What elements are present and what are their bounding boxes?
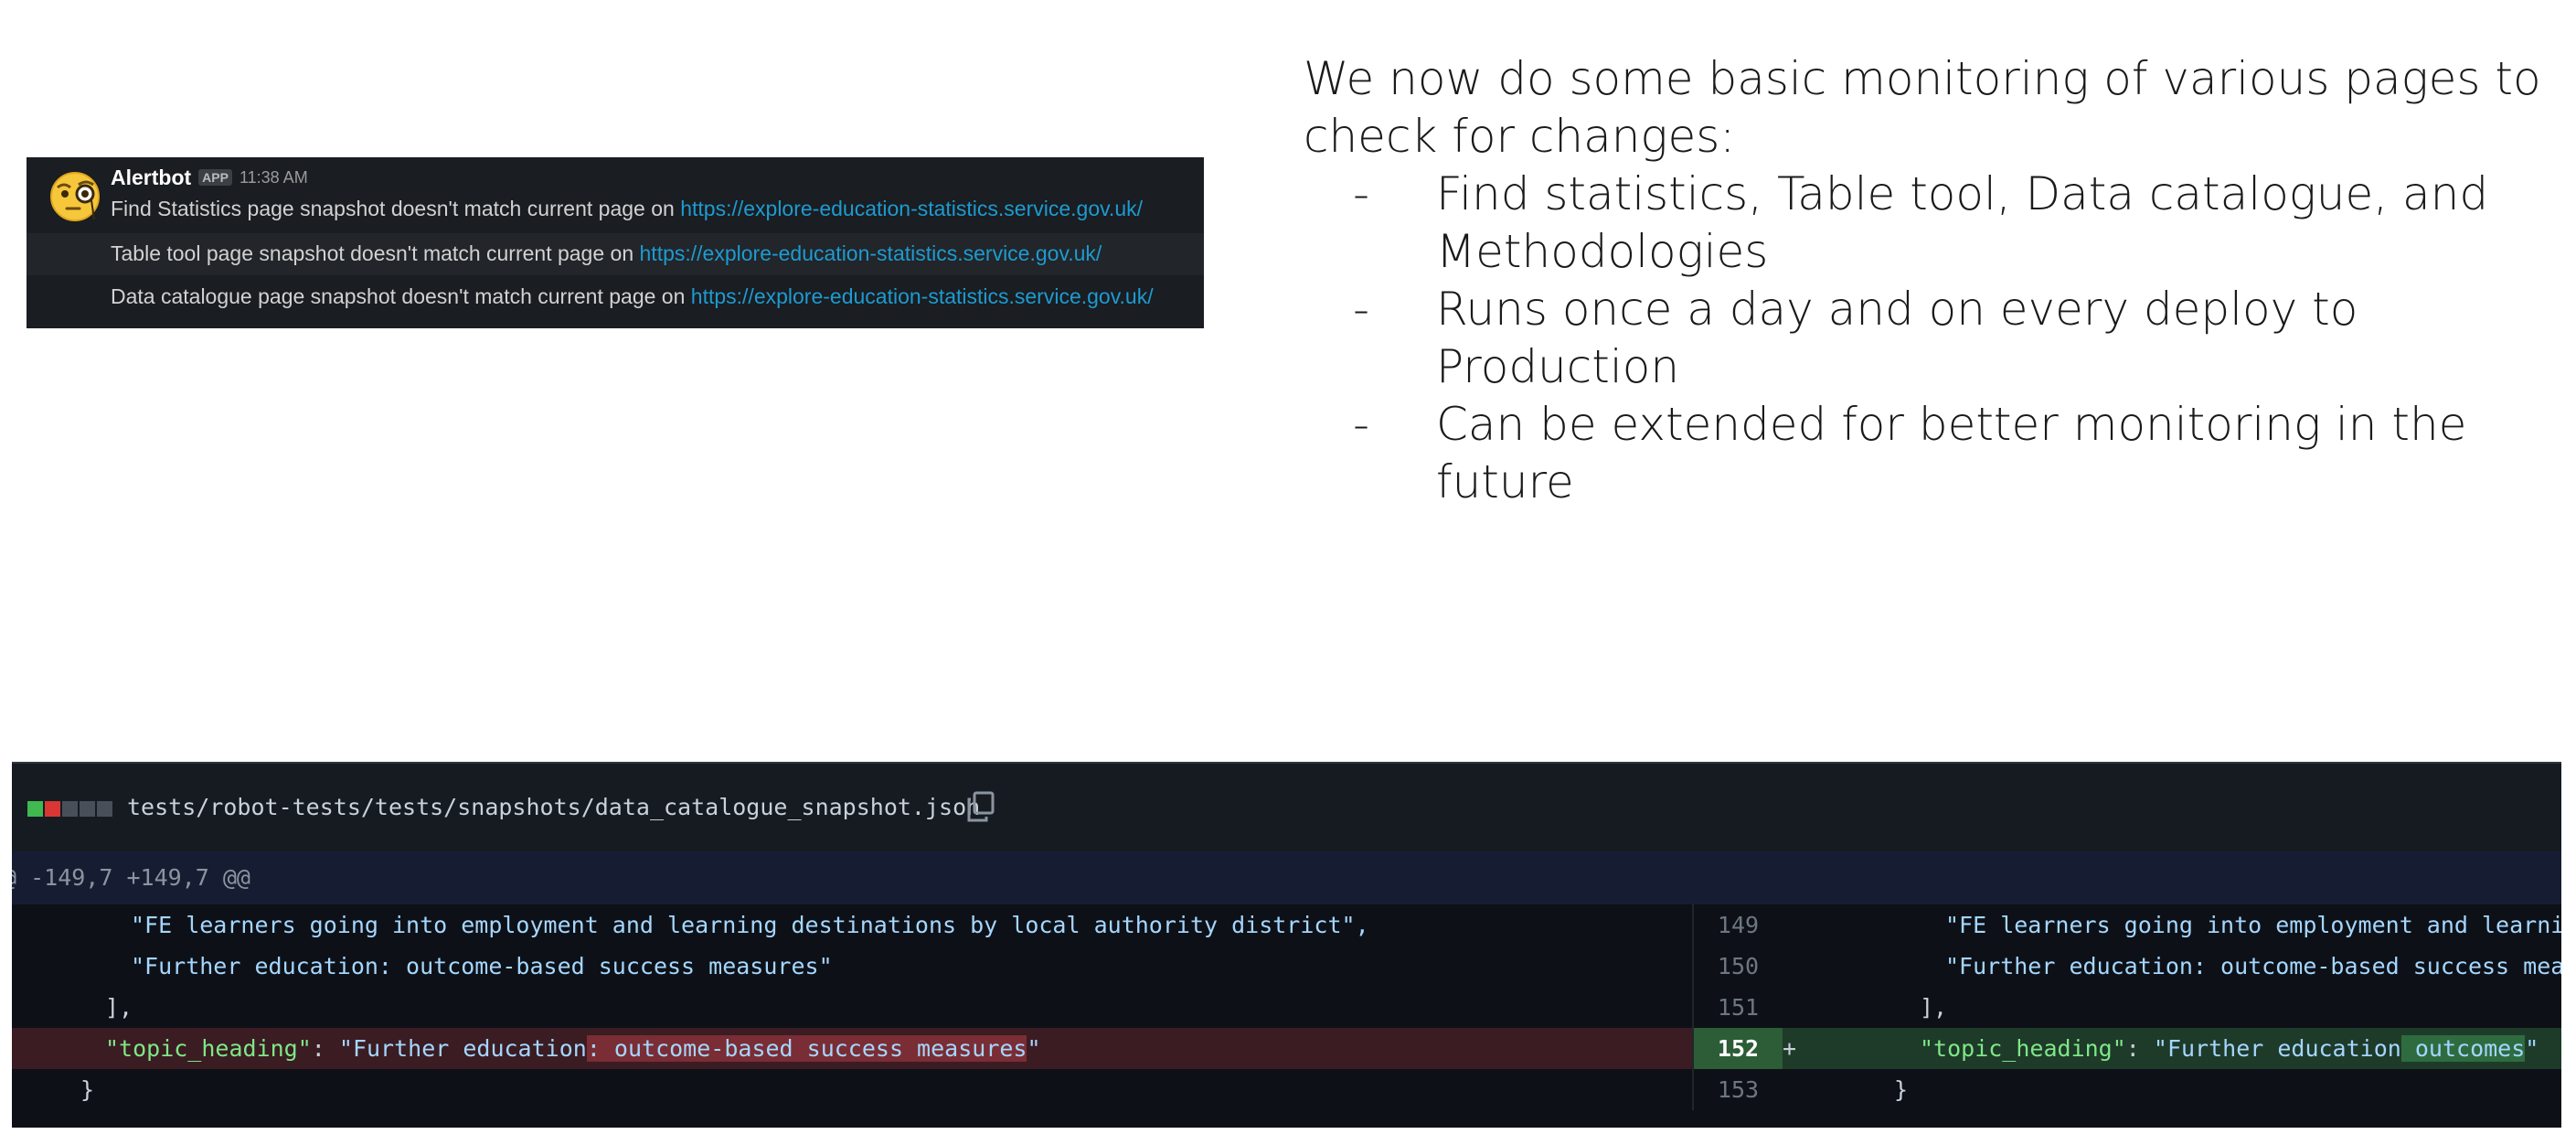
line-number[interactable]: 150 — [1694, 946, 1783, 987]
line-number[interactable]: 151 — [1694, 987, 1783, 1028]
diff-sign-added: + — [1783, 1028, 1810, 1069]
diff-right-code: ], — [1810, 987, 2561, 1028]
diff-row: ], 151 ], — [12, 987, 2561, 1028]
diff-left-code-removed: "topic_heading": "Further education: out… — [12, 1028, 1694, 1069]
alert-link[interactable]: https://explore-education-statistics.ser… — [680, 197, 1143, 220]
bullet-dash: - — [1353, 398, 1370, 451]
alert-message: Find Statistics page snapshot doesn't ma… — [111, 197, 1143, 221]
copy-icon[interactable] — [963, 788, 999, 825]
diff-hunk-header[interactable]: @ -149,7 +149,7 @@ — [12, 851, 2561, 904]
bullet-text: Runs once a day and on every deploy to P… — [1436, 283, 2358, 393]
code-text: ], — [1920, 994, 1948, 1021]
alert-message-text: Find Statistics page snapshot doesn't ma… — [111, 197, 681, 220]
alert-message-text: Table tool page snapshot doesn't match c… — [111, 241, 640, 265]
app-badge: APP — [198, 169, 232, 186]
diff-row: } 153 } — [12, 1069, 2561, 1110]
diffstat-neutral-block — [62, 801, 78, 817]
diff-file-path[interactable]: tests/robot-tests/tests/snapshots/data_c… — [127, 794, 980, 820]
diff-row-changed: "topic_heading": "Further education: out… — [12, 1028, 2561, 1069]
alert-message: Table tool page snapshot doesn't match c… — [111, 241, 1102, 266]
line-number-active[interactable]: 152 — [1694, 1028, 1783, 1069]
json-value: "Further education — [338, 1035, 587, 1062]
diff-row: "FE learners going into employment and l… — [12, 904, 2561, 946]
diff-sign — [1783, 1069, 1810, 1110]
bot-name[interactable]: Alertbot — [111, 166, 191, 190]
diffstat-added-block — [27, 801, 43, 817]
diffstat-neutral-block — [80, 801, 95, 817]
notes-bullet: - Find statistics, Table tool, Data catal… — [1304, 166, 2565, 281]
diff-left-code: "Further education: outcome-based succes… — [12, 946, 1694, 987]
bullet-text: Find statistics, Table tool, Data catalo… — [1436, 167, 2489, 278]
diff-sign — [1783, 946, 1810, 987]
removed-highlight: : outcome-based success measures — [586, 1035, 1027, 1062]
json-key: "topic_heading" — [1920, 1035, 2126, 1062]
diff-left-code: "FE learners going into employment and l… — [12, 904, 1694, 946]
diff-left-code: } — [12, 1069, 1694, 1110]
notes-intro: We now do some basic monitoring of vario… — [1304, 52, 2541, 163]
code-text: } — [1894, 1076, 1909, 1103]
json-value-end: " — [2525, 1035, 2539, 1062]
alert-message: Data catalogue page snapshot doesn't mat… — [111, 284, 1154, 309]
diff-left-code: ], — [12, 987, 1694, 1028]
diff-rows: "FE learners going into employment and l… — [12, 904, 2561, 1110]
bullet-text: Can be extended for better monitoring in… — [1436, 398, 2467, 508]
alert-link[interactable]: https://explore-education-statistics.ser… — [691, 284, 1154, 308]
json-value-end: " — [1027, 1035, 1041, 1062]
added-highlight: outcomes — [2400, 1035, 2526, 1062]
json-key: "topic_heading" — [105, 1035, 312, 1062]
code-text: } — [80, 1076, 95, 1103]
notes-bullet: - Can be extended for better monitoring i… — [1304, 396, 2565, 511]
diff-sign — [1783, 987, 1810, 1028]
alert-message-text: Data catalogue page snapshot doesn't mat… — [111, 284, 691, 308]
diff-panel: tests/robot-tests/tests/snapshots/data_c… — [12, 762, 2561, 1128]
line-number[interactable]: 153 — [1694, 1069, 1783, 1110]
hunk-header-text: @ -149,7 +149,7 @@ — [12, 864, 250, 891]
diff-right-code: "Further education: outcome-based succes… — [1810, 946, 2561, 987]
split-divider — [1692, 904, 1694, 1110]
code-text: "Further education: outcome-based succes… — [1945, 953, 2561, 979]
line-number[interactable]: 149 — [1694, 904, 1783, 946]
monitoring-notes: We now do some basic monitoring of vario… — [1304, 50, 2565, 511]
diff-sign — [1783, 904, 1810, 946]
bullet-dash: - — [1353, 167, 1370, 220]
diffstat-neutral-block — [97, 801, 112, 817]
json-separator: : — [2125, 1035, 2154, 1062]
diff-right-code-added: "topic_heading": "Further education outc… — [1810, 1028, 2561, 1069]
code-text: ], — [105, 994, 133, 1021]
code-text: "Further education: outcome-based succes… — [131, 953, 833, 979]
code-text: "FE learners going into employment and l… — [131, 912, 1369, 938]
diff-file-header: tests/robot-tests/tests/snapshots/data_c… — [12, 762, 2561, 853]
notes-bullet: - Runs once a day and on every deploy to … — [1304, 281, 2565, 396]
diff-right-code: "FE learners going into employment and l… — [1810, 904, 2561, 946]
json-separator: : — [311, 1035, 339, 1062]
message-header: Alertbot APP 11:38 AM — [111, 165, 308, 190]
diff-right-code: } — [1810, 1069, 2561, 1110]
notes-bullet-list: - Find statistics, Table tool, Data catal… — [1304, 166, 2565, 511]
json-value: "Further education — [2153, 1035, 2401, 1062]
message-time[interactable]: 11:38 AM — [240, 168, 308, 187]
diffstat-removed-block — [45, 801, 60, 817]
alert-link[interactable]: https://explore-education-statistics.ser… — [640, 241, 1102, 265]
bullet-dash: - — [1353, 283, 1370, 336]
diff-stat-bar — [27, 801, 112, 817]
code-text: "FE learners going into employment and l… — [1945, 912, 2561, 938]
diff-row: "Further education: outcome-based succes… — [12, 946, 2561, 987]
monocle-face-icon[interactable] — [50, 172, 100, 221]
slack-alert-panel: Alertbot APP 11:38 AM Find Statistics pa… — [27, 157, 1204, 328]
